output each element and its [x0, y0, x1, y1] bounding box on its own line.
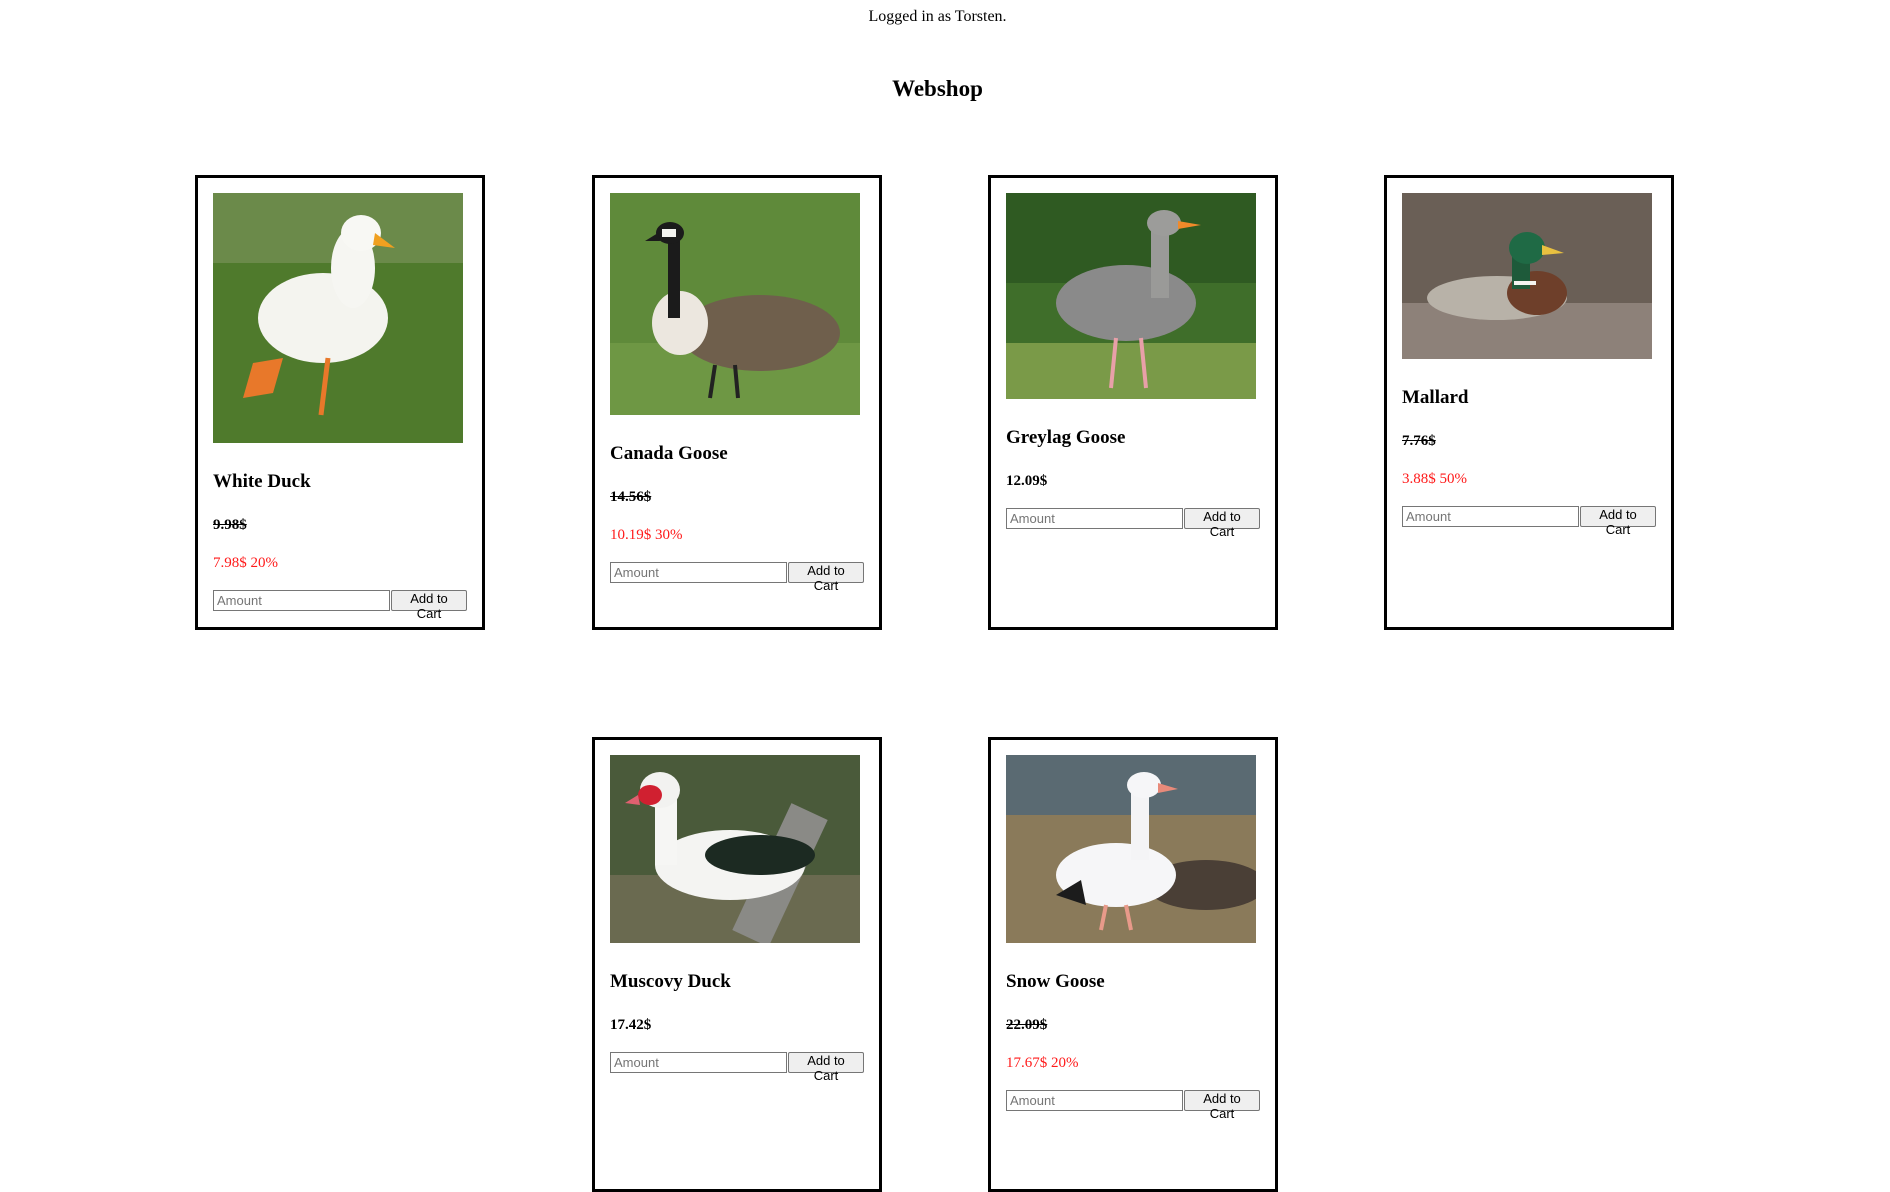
- cart-row: Add to Cart: [213, 590, 467, 621]
- product-old-price: 14.56$: [610, 489, 652, 505]
- product-card-muscovy-duck: Muscovy Duck 17.42$ Add to Cart: [592, 737, 882, 1192]
- page-title: Webshop: [892, 76, 983, 101]
- product-sale-price: 10.19$ 30%: [610, 527, 683, 543]
- login-status: Logged in as Torsten.: [868, 8, 1007, 25]
- product-price: 17.42$: [610, 1017, 652, 1033]
- product-name: Canada Goose: [610, 443, 728, 464]
- add-to-cart-button[interactable]: Add to Cart: [788, 562, 864, 593]
- amount-input[interactable]: [1402, 506, 1579, 527]
- cart-row: Add to Cart: [1402, 506, 1656, 537]
- product-name: Snow Goose: [1006, 971, 1105, 992]
- add-to-cart-button[interactable]: Add to Cart: [1580, 506, 1656, 537]
- add-to-cart-button[interactable]: Add to Cart: [391, 590, 467, 621]
- cart-row: Add to Cart: [610, 1052, 864, 1083]
- product-name: White Duck: [213, 471, 311, 492]
- cart-row: Add to Cart: [1006, 1090, 1260, 1121]
- product-sale-price: 7.98$ 20%: [213, 555, 278, 571]
- product-image-canada-goose: [610, 193, 860, 415]
- product-old-price: 9.98$: [213, 517, 247, 533]
- amount-input[interactable]: [213, 590, 390, 611]
- amount-input[interactable]: [1006, 508, 1183, 529]
- product-image-mallard: [1402, 193, 1652, 359]
- product-card-white-duck: White Duck 9.98$ 7.98$ 20% Add to Cart: [195, 175, 485, 630]
- product-card-mallard: Mallard 7.76$ 3.88$ 50% Add to Cart: [1384, 175, 1674, 630]
- add-to-cart-button[interactable]: Add to Cart: [1184, 508, 1260, 539]
- product-name: Greylag Goose: [1006, 427, 1126, 448]
- product-name: Muscovy Duck: [610, 971, 731, 992]
- product-card-snow-goose: Snow Goose 22.09$ 17.67$ 20% Add to Cart: [988, 737, 1278, 1192]
- product-card-canada-goose: Canada Goose 14.56$ 10.19$ 30% Add to Ca…: [592, 175, 882, 630]
- product-sale-price: 3.88$ 50%: [1402, 471, 1467, 487]
- product-price: 12.09$: [1006, 473, 1048, 489]
- cart-row: Add to Cart: [1006, 508, 1260, 539]
- product-image-snow-goose: [1006, 755, 1256, 943]
- add-to-cart-button[interactable]: Add to Cart: [788, 1052, 864, 1083]
- amount-input[interactable]: [1006, 1090, 1183, 1111]
- product-old-price: 22.09$: [1006, 1017, 1048, 1033]
- product-name: Mallard: [1402, 387, 1469, 408]
- product-old-price: 7.76$: [1402, 433, 1436, 449]
- amount-input[interactable]: [610, 562, 787, 583]
- product-image-muscovy-duck: [610, 755, 860, 943]
- product-image-greylag-goose: [1006, 193, 1256, 399]
- product-image-white-duck: [213, 193, 463, 443]
- amount-input[interactable]: [610, 1052, 787, 1073]
- product-card-greylag-goose: Greylag Goose 12.09$ Add to Cart: [988, 175, 1278, 630]
- product-sale-price: 17.67$ 20%: [1006, 1055, 1079, 1071]
- cart-row: Add to Cart: [610, 562, 864, 593]
- add-to-cart-button[interactable]: Add to Cart: [1184, 1090, 1260, 1121]
